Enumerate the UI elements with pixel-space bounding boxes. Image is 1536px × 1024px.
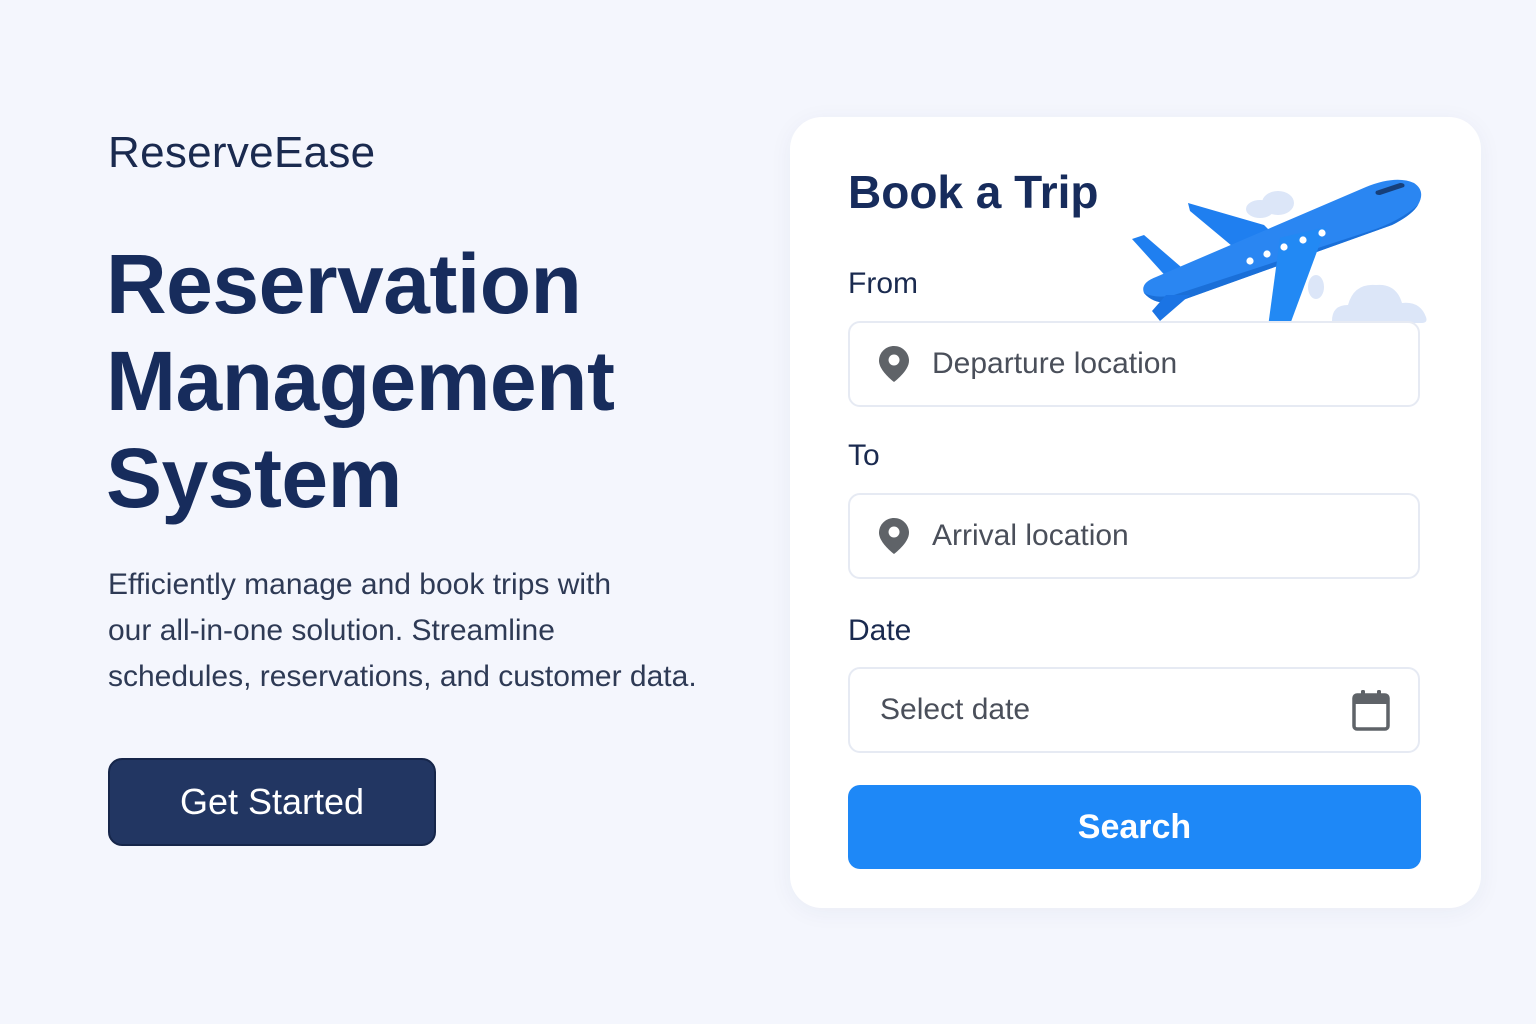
hero-description-line-3: schedules, reservations, and customer da…	[108, 660, 697, 693]
map-pin-icon	[879, 346, 909, 382]
calendar-icon[interactable]	[1352, 689, 1390, 731]
map-pin-icon	[879, 518, 909, 554]
arrival-input[interactable]	[932, 519, 1418, 553]
to-field[interactable]	[848, 493, 1420, 579]
hero-title-line-2: Management	[106, 334, 615, 428]
date-field[interactable]	[848, 667, 1420, 753]
from-field[interactable]	[848, 321, 1420, 407]
departure-input[interactable]	[932, 347, 1418, 381]
hero-title-line-1: Reservation	[106, 237, 582, 331]
brand-name: ReserveEase	[108, 128, 376, 177]
booking-card-title: Book a Trip	[848, 166, 1099, 218]
to-label: To	[848, 439, 880, 472]
hero-description: Efficiently manage and book trips with o…	[108, 562, 788, 700]
hero-title: Reservation Management System	[106, 236, 615, 527]
booking-card: Book a Trip From Departure location To A…	[790, 117, 1481, 908]
date-label: Date	[848, 614, 912, 647]
hero-description-line-2: our all-in-one solution. Streamline	[108, 614, 555, 647]
from-label: From	[848, 267, 918, 300]
get-started-button[interactable]: Get Started	[108, 758, 436, 846]
date-input[interactable]	[880, 693, 1352, 727]
hero-description-line-1: Efficiently manage and book trips with	[108, 568, 612, 601]
hero-title-line-3: System	[106, 431, 402, 525]
search-button[interactable]: Search	[848, 785, 1421, 869]
